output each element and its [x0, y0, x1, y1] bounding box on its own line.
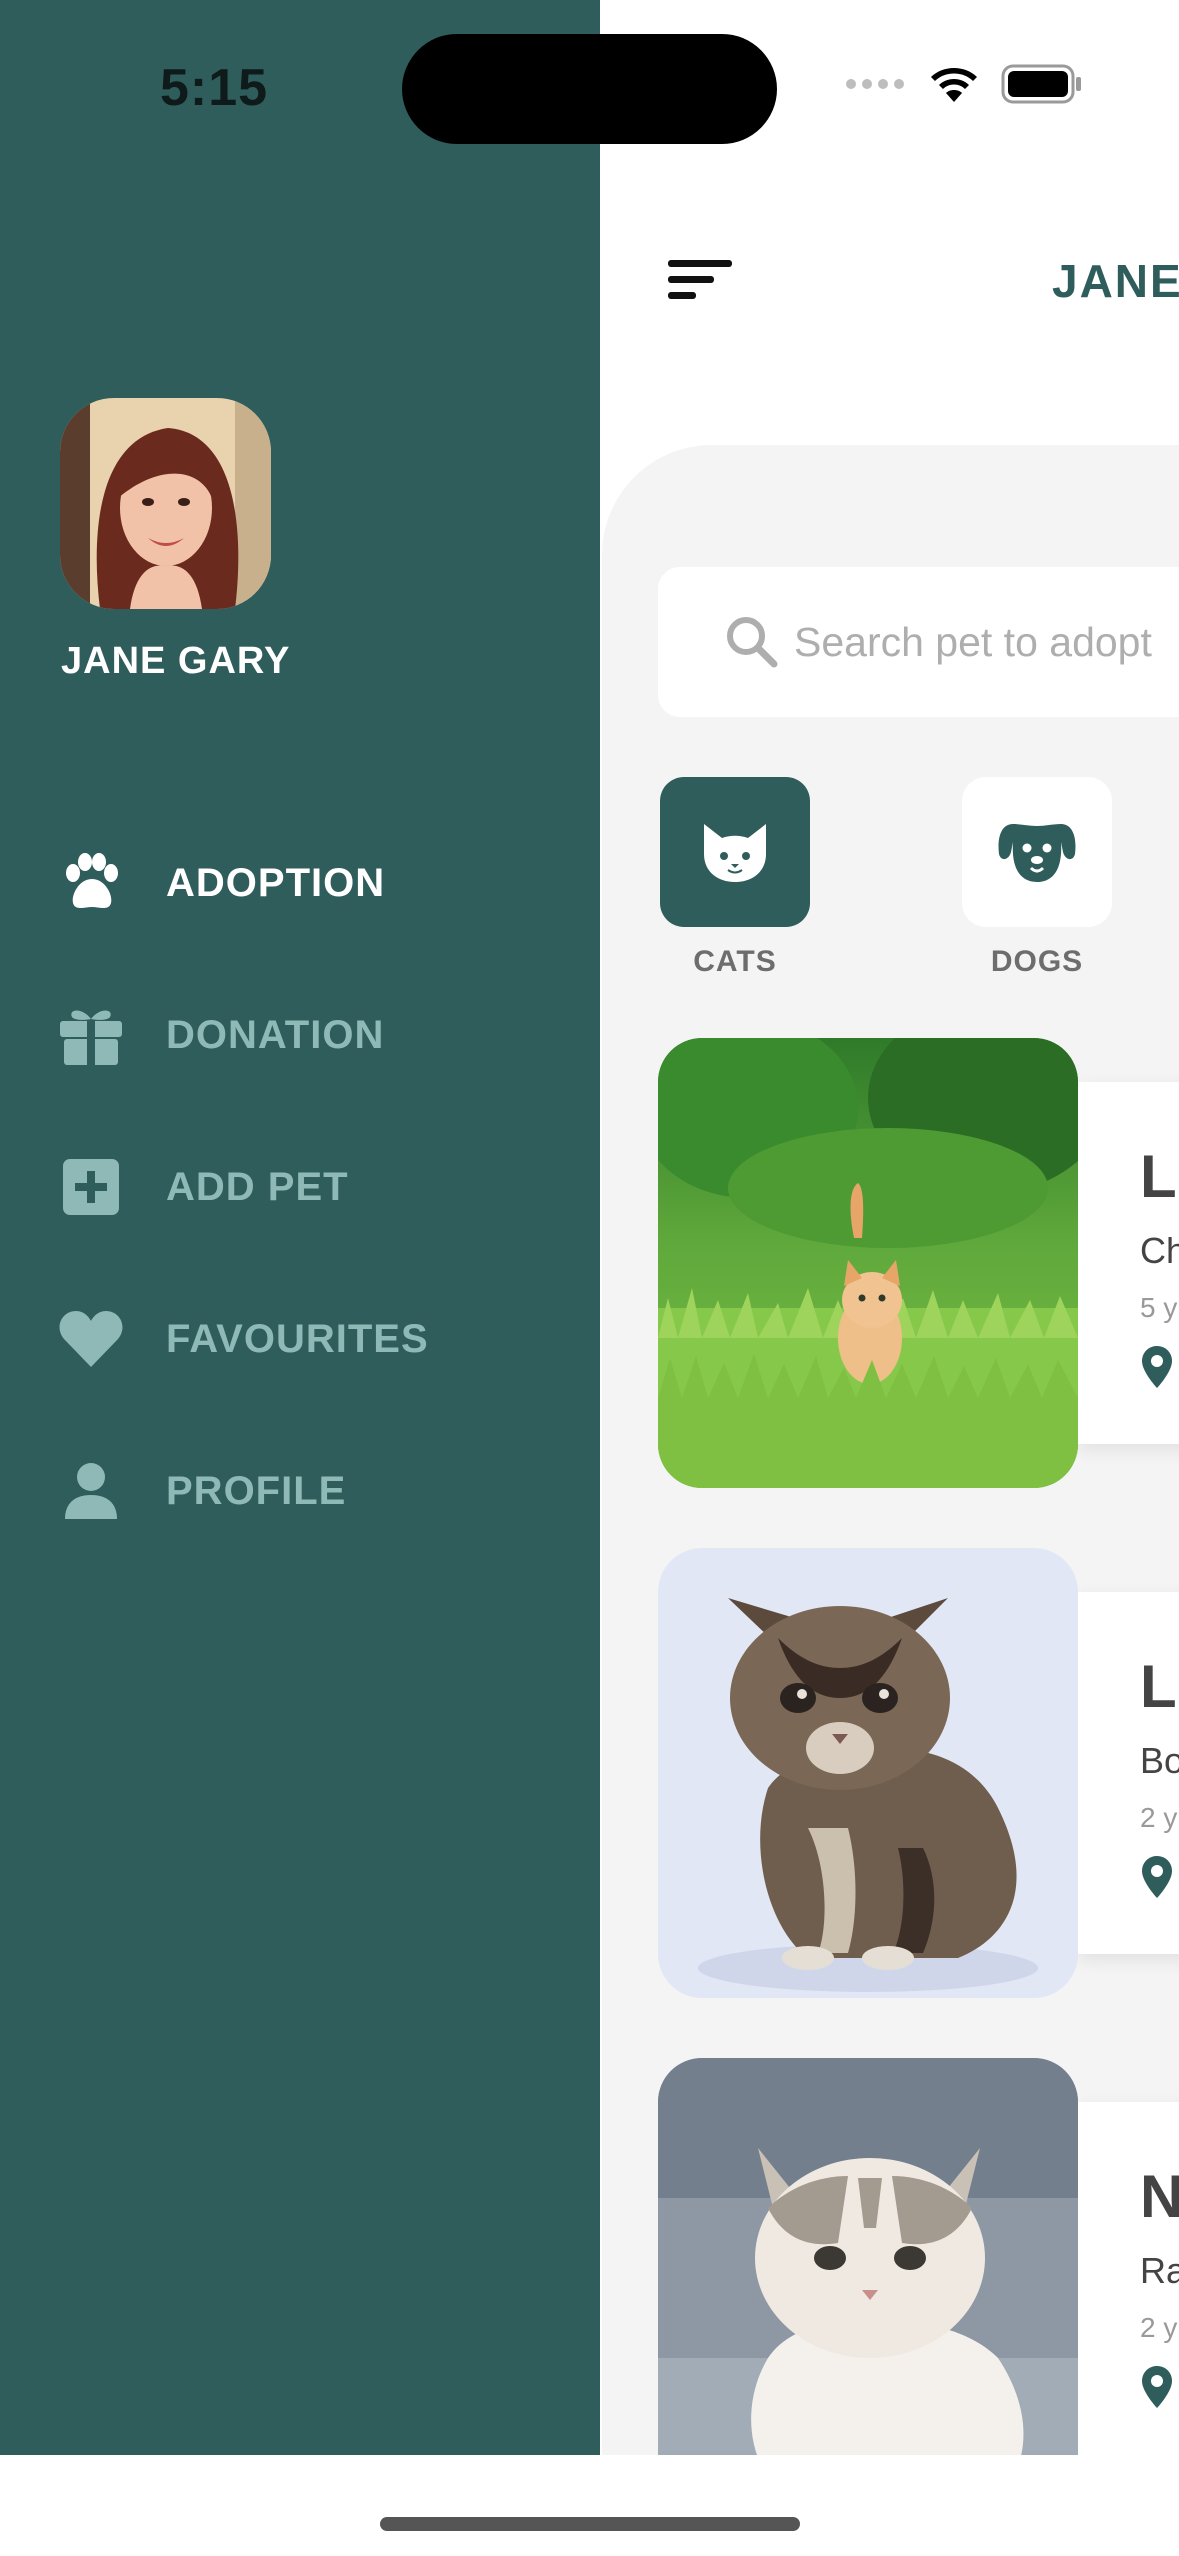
main-content: JANE Search pet to adopt CATS DOGS L Ch … — [600, 0, 1179, 2556]
sidebar-item-adoption[interactable]: ADOPTION — [56, 838, 556, 928]
location-pin-icon — [1142, 2366, 1172, 2408]
pet-photo[interactable] — [658, 1038, 1078, 1488]
cat-icon — [704, 824, 766, 882]
battery-icon — [1001, 64, 1081, 104]
category-cats[interactable]: CATS — [660, 777, 810, 979]
pet-age: 2 y — [1140, 2312, 1178, 2343]
category-button[interactable] — [660, 777, 810, 927]
dog-icon — [998, 824, 1076, 882]
search-input[interactable]: Search pet to adopt — [658, 567, 1179, 717]
pet-breed: Ra — [1140, 2250, 1179, 2291]
sidebar-item-label: PROFILE — [166, 1468, 347, 1513]
category-label: DOGS — [990, 945, 1084, 978]
pet-card[interactable]: Lu Bo 2 y — [658, 1548, 1179, 1998]
search-placeholder: Search pet to adopt — [794, 618, 1152, 665]
sidebar-item-profile[interactable]: PROFILE — [56, 1446, 556, 1536]
sidebar-item-label: ADD PET — [166, 1164, 349, 1209]
user-name: JANE GARY — [61, 640, 291, 682]
category-button[interactable] — [962, 777, 1112, 927]
avatar[interactable] — [60, 398, 271, 609]
wifi-icon — [931, 68, 977, 102]
category-label: CATS — [693, 945, 777, 978]
pet-name: N — [1140, 2163, 1179, 2230]
category-dogs[interactable]: DOGS — [962, 777, 1112, 979]
pet-info: Lu Bo 2 y — [1078, 1592, 1179, 1954]
search-icon — [727, 617, 778, 668]
signal-dots-icon — [846, 79, 904, 89]
header-title: JANE — [1052, 255, 1179, 307]
sidebar-item-label: DONATION — [166, 1012, 385, 1057]
dynamic-island — [402, 34, 777, 144]
location-pin-icon — [1142, 1346, 1172, 1388]
pet-photo[interactable] — [658, 1548, 1078, 1998]
pet-name: Lu — [1140, 1653, 1179, 1720]
sidebar-item-label: FAVOURITES — [166, 1316, 429, 1361]
sidebar-item-donation[interactable]: DONATION — [56, 990, 556, 1080]
pet-card[interactable]: N Ra 2 y — [658, 2058, 1179, 2508]
person-icon — [56, 1456, 126, 1526]
plus-square-icon — [56, 1152, 126, 1222]
pet-info: Li Ch 5 y — [1078, 1082, 1179, 1444]
sidebar-item-add-pet[interactable]: ADD PET — [56, 1142, 556, 1232]
status-time: 5:15 — [160, 59, 269, 117]
home-indicator[interactable] — [380, 2517, 800, 2531]
pet-name: Li — [1140, 1143, 1179, 1210]
pet-info: N Ra 2 y — [1078, 2102, 1179, 2464]
heart-icon — [56, 1304, 126, 1374]
pet-photo[interactable] — [658, 2058, 1078, 2508]
gift-icon — [56, 1000, 126, 1070]
location-pin-icon — [1142, 1856, 1172, 1898]
status-indicators — [845, 64, 1083, 104]
side-drawer: 5:15 JANE GARY ADOPTION DONATION ADD PET… — [0, 0, 600, 2556]
pet-breed: Ch — [1140, 1230, 1179, 1271]
pet-age: 5 y — [1140, 1292, 1178, 1323]
sidebar-item-label: ADOPTION — [166, 860, 386, 905]
menu-lines-icon — [668, 260, 732, 299]
paw-icon — [56, 848, 126, 918]
pet-breed: Bo — [1140, 1740, 1179, 1781]
menu-toggle-button[interactable] — [666, 250, 736, 310]
pet-card[interactable]: Li Ch 5 y — [658, 1038, 1179, 1488]
bottom-safe-area — [0, 2455, 1179, 2556]
sidebar-item-favourites[interactable]: FAVOURITES — [56, 1294, 556, 1384]
pet-age: 2 y — [1140, 1802, 1178, 1833]
